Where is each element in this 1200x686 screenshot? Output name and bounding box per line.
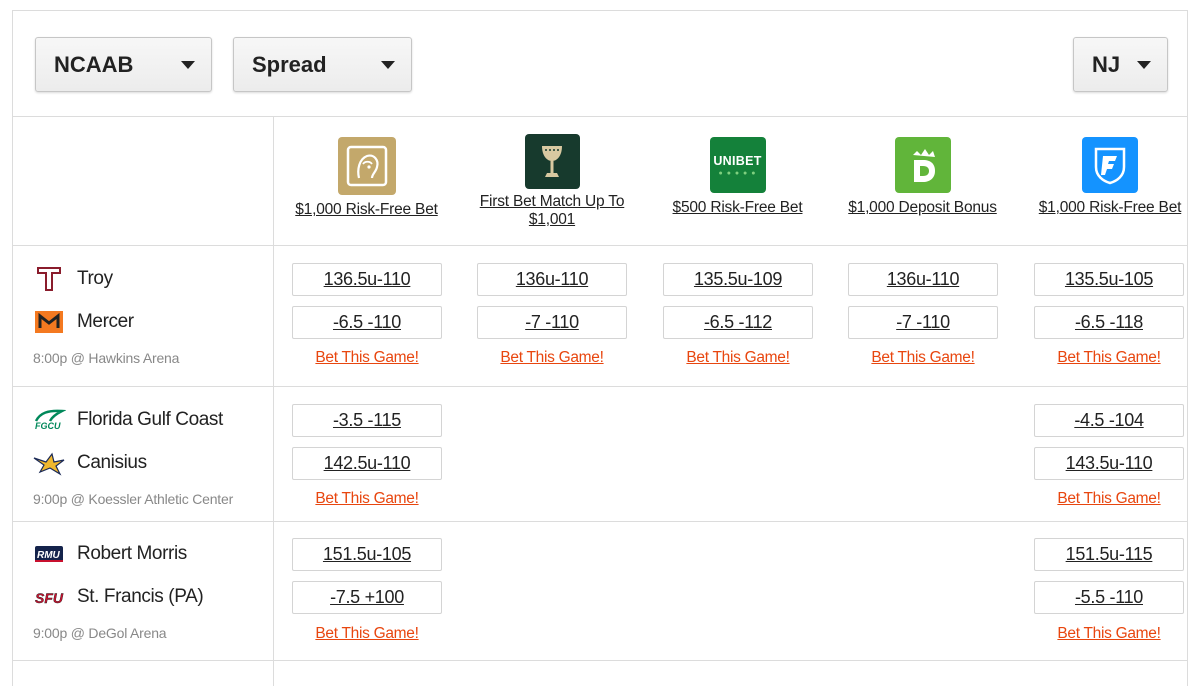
odds-cell[interactable]: 142.5u-110 (292, 447, 442, 480)
team-name: Mercer (77, 311, 134, 332)
bet-this-game-link[interactable]: Bet This Game! (292, 625, 442, 643)
unibet-logo[interactable]: UNIBET ● ● ● ● ● (709, 137, 766, 193)
svg-text:RMU: RMU (37, 550, 61, 561)
team-name: Robert Morris (77, 543, 187, 564)
league-dropdown[interactable]: NCAAB (35, 37, 212, 92)
market-dropdown-label: Spread (252, 51, 327, 77)
odds-cell[interactable]: -5.5 -110 (1034, 581, 1184, 614)
odds-cell[interactable]: -3.5 -115 (292, 404, 442, 437)
row-divider (13, 660, 1187, 661)
svg-text:FGCU: FGCU (35, 421, 61, 431)
bet-this-game-link[interactable]: Bet This Game! (1034, 490, 1184, 508)
sportsbook-header: UNIBET ● ● ● ● ● $500 Risk-Free Bet (645, 117, 830, 245)
odds-cell[interactable]: 136u-110 (848, 263, 998, 296)
odds-cell[interactable]: -6.5 -110 (292, 306, 442, 339)
troy-logo (31, 265, 67, 293)
sfu-logo: SFU (31, 583, 67, 611)
game-info: 9:00p @ DeGol Arena (33, 625, 167, 641)
odds-cell[interactable]: -7 -110 (848, 306, 998, 339)
bet-this-game-link[interactable]: Bet This Game! (1034, 625, 1184, 643)
odds-cell[interactable]: -7 -110 (477, 306, 627, 339)
odds-cell[interactable]: 136u-110 (477, 263, 627, 296)
game-info: 9:00p @ Koessler Athletic Center (33, 491, 234, 507)
caesars-chalice-logo[interactable] (524, 134, 580, 189)
team-row: Mercer (31, 306, 134, 338)
fgcu-logo: FGCU (31, 406, 67, 434)
betmgm-lion-logo[interactable] (337, 137, 396, 195)
sportsbook-header: $1,000 Deposit Bonus (830, 117, 1015, 245)
row-divider (13, 521, 1187, 522)
odds-cell[interactable]: 151.5u-115 (1034, 538, 1184, 571)
draftkings-crown-logo[interactable] (894, 137, 951, 193)
filter-bar: NCAAB Spread NJ (13, 11, 1187, 117)
odds-cell[interactable]: 151.5u-105 (292, 538, 442, 571)
promo-link[interactable]: First Bet Match Up To $1,001 (459, 193, 645, 229)
bet-this-game-link[interactable]: Bet This Game! (292, 349, 442, 367)
unibet-dots: ● ● ● ● ● (718, 169, 757, 177)
team-row: Troy (31, 263, 113, 295)
chevron-down-icon (181, 60, 195, 69)
promo-link[interactable]: $1,000 Risk-Free Bet (1015, 199, 1187, 217)
promo-link[interactable]: $500 Risk-Free Bet (645, 199, 830, 217)
odds-cell[interactable]: -7.5 +100 (292, 581, 442, 614)
promo-link[interactable]: $1,000 Risk-Free Bet (274, 201, 459, 219)
bet-this-game-link[interactable]: Bet This Game! (1034, 349, 1184, 367)
rmu-logo: RMU (31, 540, 67, 568)
team-row: RMU Robert Morris (31, 538, 187, 570)
team-name: Florida Gulf Coast (77, 409, 223, 430)
team-name: St. Francis (PA) (77, 586, 204, 607)
odds-cell[interactable]: 135.5u-105 (1034, 263, 1184, 296)
row-divider (13, 386, 1187, 387)
chevron-down-icon (381, 60, 395, 69)
odds-cell[interactable]: 143.5u-110 (1034, 447, 1184, 480)
svg-text:SFU: SFU (35, 590, 64, 606)
bet-this-game-link[interactable]: Bet This Game! (663, 349, 813, 367)
bet-this-game-link[interactable]: Bet This Game! (848, 349, 998, 367)
odds-cell[interactable]: -6.5 -118 (1034, 306, 1184, 339)
market-dropdown[interactable]: Spread (233, 37, 412, 92)
game-info: 8:00p @ Hawkins Arena (33, 350, 180, 366)
team-row: FGCU Florida Gulf Coast (31, 404, 223, 436)
chevron-down-icon (1137, 60, 1151, 69)
odds-cell[interactable]: -4.5 -104 (1034, 404, 1184, 437)
team-row: SFU St. Francis (PA) (31, 581, 204, 613)
odds-cell[interactable]: -6.5 -112 (663, 306, 813, 339)
unibet-logo-label: UNIBET (713, 153, 762, 168)
team-name: Troy (77, 268, 113, 289)
promo-link[interactable]: $1,000 Deposit Bonus (830, 199, 1015, 217)
state-dropdown-label: NJ (1092, 51, 1121, 77)
sportsbook-header: First Bet Match Up To $1,001 (459, 117, 645, 245)
state-dropdown[interactable]: NJ (1073, 37, 1168, 92)
odds-cell[interactable]: 136.5u-110 (292, 263, 442, 296)
mercer-logo (31, 308, 67, 336)
bet-this-game-link[interactable]: Bet This Game! (477, 349, 627, 367)
fanduel-shield-logo[interactable] (1082, 137, 1138, 193)
sportsbook-header: $1,000 Risk-Free Bet (274, 117, 459, 245)
odds-cell[interactable]: 135.5u-109 (663, 263, 813, 296)
team-name: Canisius (77, 452, 147, 473)
row-divider (13, 245, 1187, 246)
bet-this-game-link[interactable]: Bet This Game! (292, 490, 442, 508)
canisius-logo (31, 449, 67, 477)
odds-widget: NCAAB Spread NJ $1,000 Risk-Free Bet Fir… (12, 10, 1188, 686)
sportsbook-header: $1,000 Risk-Free Bet (1015, 117, 1187, 245)
team-row: Canisius (31, 447, 147, 479)
league-dropdown-label: NCAAB (54, 51, 134, 77)
